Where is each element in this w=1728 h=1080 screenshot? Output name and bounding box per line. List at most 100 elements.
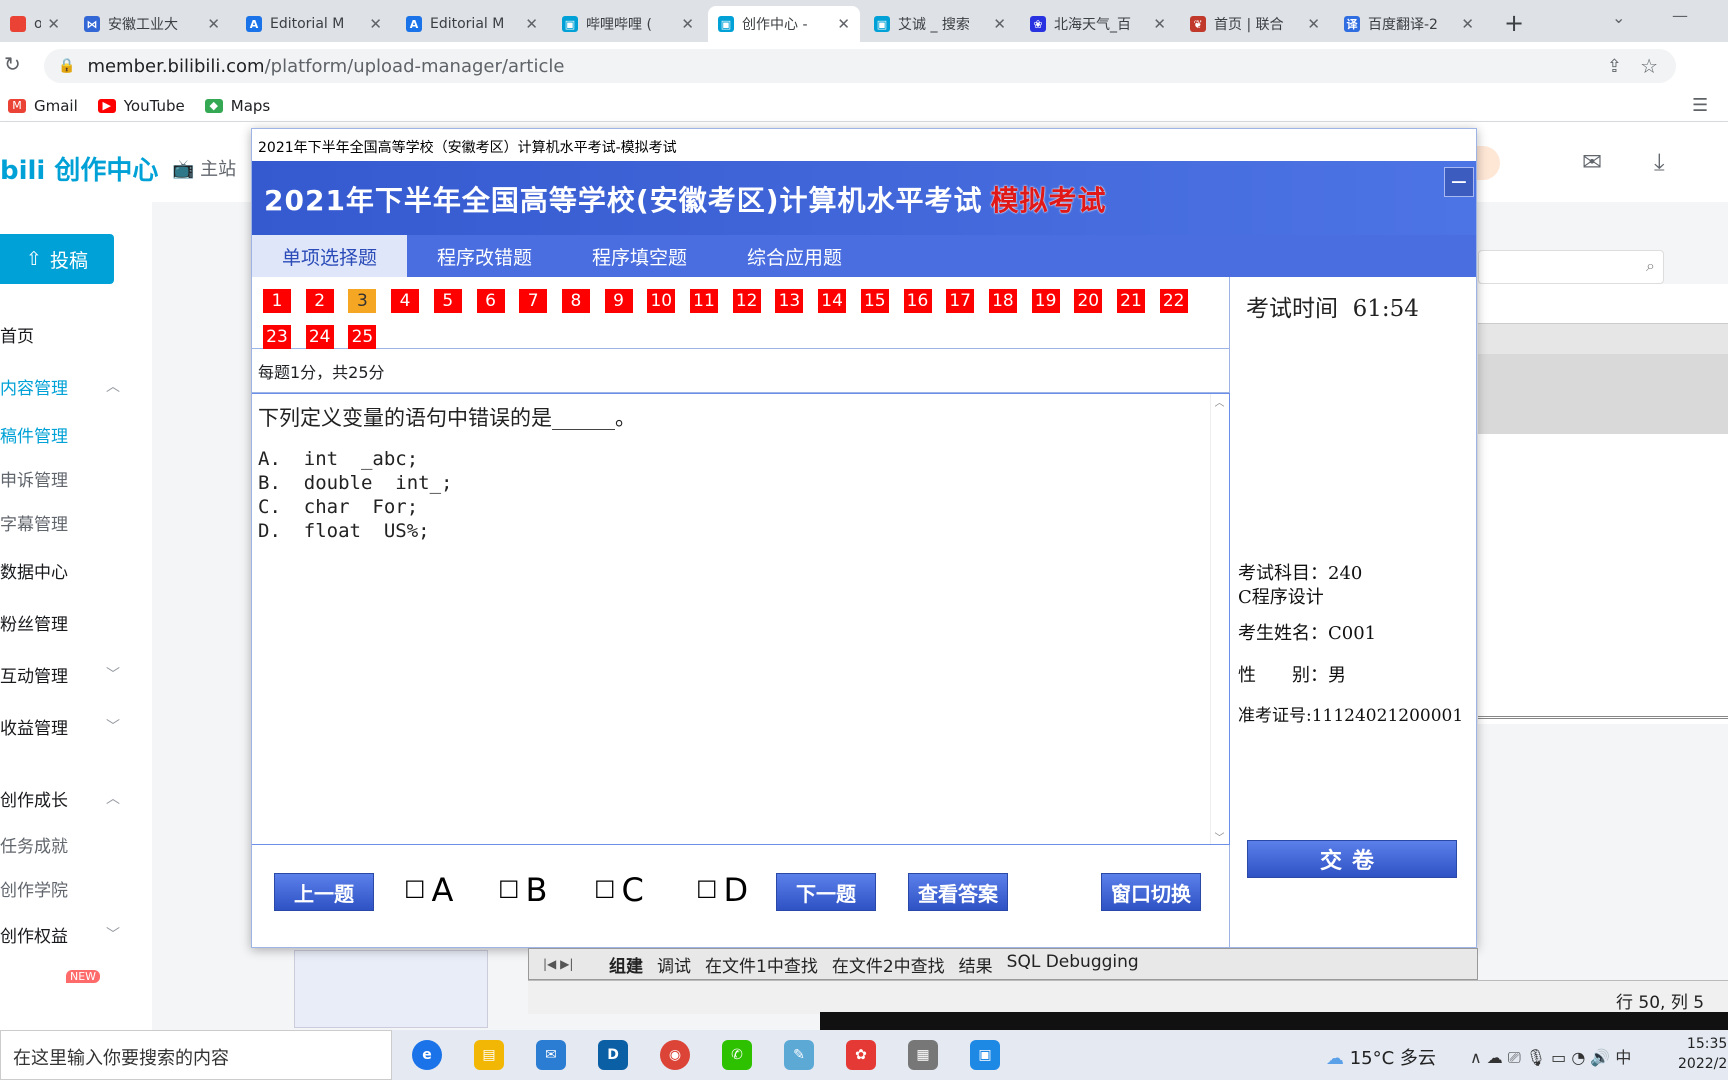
next-question-button[interactable]: 下一题 (776, 873, 876, 911)
answer-checkbox[interactable]: ☐ C (594, 871, 644, 909)
question-number-button[interactable]: 23 (263, 325, 291, 349)
chevron-down-icon[interactable]: ﹀ (106, 924, 120, 944)
exam-tab[interactable]: 综合应用题 (717, 235, 872, 277)
close-tab-icon[interactable]: ✕ (525, 15, 538, 33)
bookmark-item[interactable]: M Gmail (8, 97, 78, 115)
question-number-button[interactable]: 6 (476, 289, 505, 313)
ide-output-tab[interactable]: 调试 (657, 952, 691, 977)
bookmark-item[interactable]: ▶ YouTube (97, 97, 185, 115)
prev-question-button[interactable]: 上一题 (274, 873, 374, 911)
mail-app-icon[interactable]: ✉ (536, 1040, 566, 1070)
browser-tab[interactable]: ❀ 北海天气_百 ✕ (1020, 6, 1176, 42)
close-tab-icon[interactable]: ✕ (1461, 15, 1474, 33)
minimize-window-icon[interactable]: — (1672, 6, 1688, 25)
bili-logo[interactable]: bili 创作中心 (0, 150, 158, 187)
question-number-button[interactable]: 21 (1117, 289, 1145, 313)
answer-checkbox[interactable]: ☐ B (498, 871, 547, 909)
sidebar-item[interactable]: 任务成就 (0, 832, 68, 857)
reload-icon[interactable]: ↻ (4, 52, 21, 76)
exam-minimize-button[interactable]: − (1444, 167, 1474, 197)
question-number-button[interactable]: 14 (818, 289, 847, 313)
chevron-up-icon[interactable]: ︿ (106, 788, 120, 808)
sidebar-item[interactable]: 申诉管理 (0, 466, 68, 491)
sidebar-item[interactable]: 互动管理 (0, 662, 68, 687)
mail-icon[interactable]: ✉ (1582, 148, 1602, 176)
sidebar-item[interactable]: 创作成长 (0, 786, 68, 811)
question-number-button[interactable]: 10 (647, 289, 676, 313)
question-number-button[interactable]: 25 (348, 325, 377, 349)
question-number-button[interactable]: 20 (1074, 289, 1103, 313)
question-number-button[interactable]: 8 (561, 289, 590, 313)
bookmark-item[interactable]: ◆ Maps (204, 97, 270, 115)
browser-tab[interactable]: ▣ 哔哩哔哩 (✕ (552, 6, 704, 42)
article-thumbnail[interactable] (294, 950, 488, 1028)
question-number-button[interactable]: 9 (604, 289, 633, 313)
sidebar-item[interactable]: 创作权益 (0, 922, 68, 947)
question-number-button[interactable]: 18 (988, 289, 1017, 313)
file-explorer-icon[interactable]: ▤ (474, 1040, 504, 1070)
sidebar-item[interactable]: 内容管理 (0, 374, 68, 399)
close-tab-icon[interactable]: ✕ (837, 15, 850, 33)
browser-tab[interactable]: A Editorial M ✕ (236, 6, 392, 42)
scroll-down-icon[interactable]: ﹀ (1211, 829, 1228, 844)
question-number-button[interactable]: 5 (433, 289, 462, 313)
new-tab-button[interactable]: + (1504, 9, 1524, 37)
exam-app-icon[interactable]: ▣ (970, 1040, 1000, 1070)
browser-tab[interactable]: ▣ 艾诚 _ 搜索 ✕ (864, 6, 1016, 42)
close-tab-icon[interactable]: ✕ (993, 15, 1006, 33)
question-number-button[interactable]: 15 (860, 289, 889, 313)
question-number-button[interactable]: 3 (348, 289, 377, 313)
exam-tab[interactable]: 程序改错题 (407, 235, 562, 277)
taskbar-search-input[interactable]: 在这里输入你要搜索的内容 (0, 1030, 392, 1080)
share-icon[interactable]: ⇪ (1607, 56, 1622, 77)
question-number-button[interactable]: 24 (305, 325, 334, 349)
tab-scroll-arrows-icon[interactable]: |◀ ▶| (543, 957, 573, 971)
browser-tab[interactable]: 译百度翻译-2 ✕ (1334, 6, 1484, 42)
question-number-button[interactable]: 11 (690, 289, 718, 313)
browser-tab[interactable]: ⋈ 安徽工业大 ✕ (74, 6, 230, 42)
close-tab-icon[interactable]: ✕ (47, 15, 60, 33)
chrome-icon[interactable]: ◉ (660, 1040, 690, 1070)
submit-exam-button[interactable]: 交卷 (1247, 840, 1457, 878)
sidebar-item[interactable]: 粉丝管理 (0, 610, 68, 635)
ide-output-tab[interactable]: 在文件2中查找 (832, 952, 945, 977)
notepad-icon[interactable]: ✎ (784, 1040, 814, 1070)
system-tray[interactable]: ∧ ☁ ⎚ 🎙 ▭ ◔ 🔊 中 (1470, 1044, 1631, 1068)
question-number-button[interactable]: 22 (1159, 289, 1188, 313)
close-tab-icon[interactable]: ✕ (681, 15, 694, 33)
sidebar-item[interactable]: 数据中心 (0, 558, 68, 583)
question-number-button[interactable]: 1 (263, 289, 291, 313)
ide-output-tab[interactable]: 结果 (959, 952, 993, 977)
edge-icon[interactable]: e (412, 1040, 442, 1070)
bili-home-link[interactable]: 📺 主站 (172, 155, 236, 181)
exam-tab[interactable]: 程序填空题 (562, 235, 717, 277)
browser-tab[interactable]: o Mai ✕ (0, 6, 70, 42)
browser-tab[interactable]: A Editorial M ✕ (396, 6, 548, 42)
ide-output-tab[interactable]: SQL Debugging (1007, 952, 1139, 977)
ide-output-tab[interactable]: 在文件1中查找 (705, 952, 818, 977)
browser-tab[interactable]: ▣ 创作中心 - ✕ (708, 6, 860, 42)
question-scrollbar[interactable]: ︿ ﹀ (1210, 394, 1228, 844)
question-number-button[interactable]: 4 (391, 289, 420, 313)
question-area[interactable]: 下列定义变量的语句中错误的是______。 A. int _abc; B. dou… (252, 393, 1230, 845)
sidebar-item[interactable]: 首页 (0, 322, 34, 347)
chevron-down-icon[interactable]: ﹀ (106, 664, 120, 684)
upload-button[interactable]: ⇧ 投稿 (0, 234, 114, 284)
question-number-button[interactable]: 13 (775, 289, 804, 313)
question-number-button[interactable]: 12 (732, 289, 761, 313)
answer-checkbox[interactable]: ☐ A (404, 871, 453, 909)
question-number-button[interactable]: 19 (1031, 289, 1060, 313)
article-search-input[interactable]: ⌕ (1478, 250, 1664, 284)
url-omnibox[interactable]: 🔒 member.bilibili.com/platform/upload-ma… (44, 49, 1676, 83)
ide-output-tab[interactable]: 组建 (609, 952, 643, 977)
chevron-up-icon[interactable]: ︿ (106, 376, 120, 396)
sidebar-item[interactable]: 字幕管理 (0, 510, 68, 535)
taskbar-clock[interactable]: 15:35 2022/2 (1678, 1034, 1727, 1074)
answer-checkbox[interactable]: ☐ D (696, 871, 748, 909)
chevron-down-icon[interactable]: ﹀ (106, 716, 120, 736)
exam-tab[interactable]: 单项选择题 (252, 235, 408, 277)
vc-ide-icon[interactable]: ▦ (908, 1040, 938, 1070)
paint-icon[interactable]: ✿ (846, 1040, 876, 1070)
close-tab-icon[interactable]: ✕ (1153, 15, 1166, 33)
bookmark-star-icon[interactable]: ☆ (1640, 54, 1658, 78)
